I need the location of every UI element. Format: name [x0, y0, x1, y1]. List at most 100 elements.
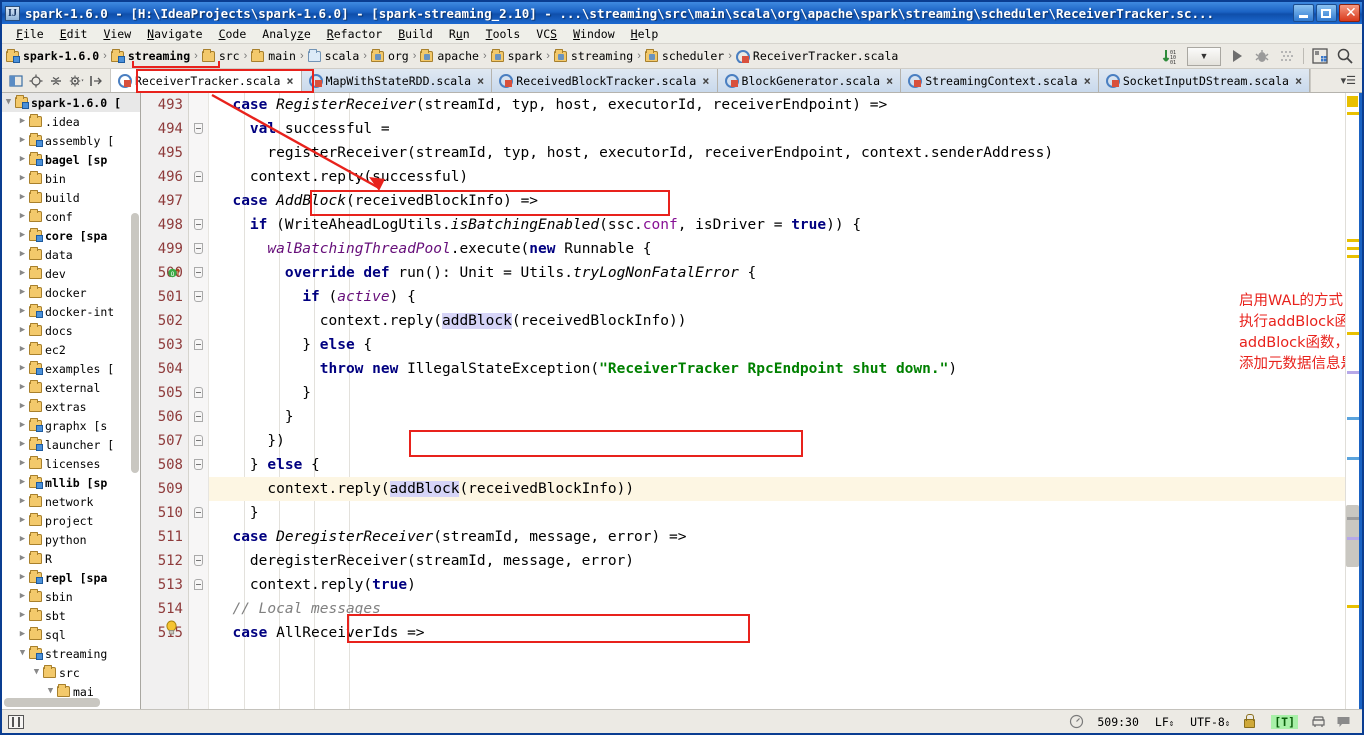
chevron-right-icon[interactable]: ▶	[16, 283, 29, 302]
code-line-510[interactable]: }	[209, 501, 1345, 525]
code-line-507[interactable]: })	[209, 429, 1345, 453]
line-number-gutter[interactable]: 4934944954964974984995005015025035045055…	[141, 93, 189, 709]
menu-tools[interactable]: Tools	[478, 25, 529, 43]
breadcrumb-item-main[interactable]: main	[251, 49, 296, 63]
breadcrumb-item-scheduler[interactable]: scheduler	[644, 49, 724, 63]
breadcrumb-item-streaming[interactable]: streaming	[553, 49, 633, 63]
line-number-501[interactable]: 501	[141, 285, 188, 309]
tree-node-network[interactable]: ▶ network	[2, 492, 140, 511]
line-number-504[interactable]: 504	[141, 357, 188, 381]
tab-close-icon[interactable]: ×	[477, 74, 484, 88]
fold-marker-500[interactable]	[194, 267, 203, 278]
fold-marker-512[interactable]	[194, 555, 203, 566]
sort-numeric-icon[interactable]: 01 10 01	[1162, 47, 1180, 66]
tree-node-assembly--[interactable]: ▶ assembly [	[2, 131, 140, 150]
chevron-right-icon[interactable]: ▶	[16, 207, 29, 226]
chevron-down-icon[interactable]: ▼	[16, 644, 29, 663]
code-line-504[interactable]: throw new IllegalStateException("Receive…	[209, 357, 1345, 381]
line-number-502[interactable]: 502	[141, 309, 188, 333]
code-line-493[interactable]: case RegisterReceiver(streamId, typ, hos…	[209, 93, 1345, 117]
breadcrumb-item-spark-1-6-0[interactable]: spark-1.6.0	[6, 49, 99, 63]
inspection-status-box[interactable]	[1347, 96, 1358, 107]
tree-node-streaming[interactable]: ▼ streaming	[2, 644, 140, 663]
breadcrumb-item-receivertracker-scala[interactable]: ReceiverTracker.scala	[735, 49, 898, 63]
code-text-area[interactable]: case RegisterReceiver(streamId, typ, hos…	[209, 93, 1345, 709]
minimize-button[interactable]	[1293, 4, 1314, 22]
tree-node-bin[interactable]: ▶ bin	[2, 169, 140, 188]
tree-node-sbin[interactable]: ▶ sbin	[2, 587, 140, 606]
fold-marker-498[interactable]	[194, 219, 203, 230]
chevron-right-icon[interactable]: ▶	[16, 511, 29, 530]
code-line-502[interactable]: context.reply(addBlock(receivedBlockInfo…	[209, 309, 1345, 333]
code-line-497[interactable]: case AddBlock(receivedBlockInfo) =>	[209, 189, 1345, 213]
run-configuration-selector[interactable]: ▼	[1187, 46, 1221, 66]
debug-icon[interactable]	[1253, 47, 1271, 65]
editor-scroll-thumb[interactable]	[1346, 505, 1359, 567]
chevron-right-icon[interactable]: ▶	[16, 530, 29, 549]
editor-tab-mapwithstaterdd[interactable]: MapWithStateRDD.scala ×	[301, 69, 493, 92]
fold-marker-494[interactable]	[194, 123, 203, 134]
lock-icon[interactable]	[1243, 714, 1258, 729]
chevron-right-icon[interactable]: ▶	[16, 359, 29, 378]
chevron-right-icon[interactable]: ▶	[16, 587, 29, 606]
code-line-494[interactable]: val successful =	[209, 117, 1345, 141]
chevron-right-icon[interactable]: ▶	[16, 226, 29, 245]
code-line-513[interactable]: context.reply(true)	[209, 573, 1345, 597]
fold-marker-499[interactable]	[194, 243, 203, 254]
code-line-498[interactable]: if (WriteAheadLogUtils.isBatchingEnabled…	[209, 213, 1345, 237]
show-tool-windows-icon[interactable]	[8, 714, 24, 729]
caret-position[interactable]: 509:30	[1097, 715, 1139, 729]
project-tree-pane[interactable]: ▼ spark-1.6.0 [▶ .idea ▶ assembly [▶ bagel [s…	[2, 93, 141, 709]
code-line-508[interactable]: } else {	[209, 453, 1345, 477]
menu-refactor[interactable]: Refactor	[319, 25, 390, 43]
chevron-down-icon[interactable]: ▼	[30, 663, 43, 682]
breadcrumb-item-streaming[interactable]: streaming	[110, 49, 190, 63]
chevron-right-icon[interactable]: ▶	[16, 150, 29, 169]
editor-marker-bar[interactable]	[1345, 93, 1359, 709]
editor-tab-blockgenerator[interactable]: BlockGenerator.scala ×	[717, 69, 902, 92]
chevron-right-icon[interactable]: ▶	[16, 397, 29, 416]
line-number-513[interactable]: 513	[141, 573, 188, 597]
memory-indicator-icon[interactable]	[1069, 714, 1084, 729]
menu-file[interactable]: File	[8, 25, 52, 43]
code-line-515[interactable]: case AllReceiverIds =>	[209, 621, 1345, 645]
vcs-icon[interactable]	[1311, 714, 1326, 729]
breadcrumb-item-apache[interactable]: apache	[420, 49, 479, 63]
fold-marker-503[interactable]	[194, 339, 203, 350]
tree-node-extras[interactable]: ▶ extras	[2, 397, 140, 416]
collapse-all-icon[interactable]	[49, 74, 63, 88]
fold-marker-505[interactable]	[194, 387, 203, 398]
tree-node-bagel--sp[interactable]: ▶ bagel [sp	[2, 150, 140, 169]
tree-node-data[interactable]: ▶ data	[2, 245, 140, 264]
line-number-514[interactable]: 514	[141, 597, 188, 621]
tree-node-project[interactable]: ▶ project	[2, 511, 140, 530]
tab-close-icon[interactable]: ×	[1084, 74, 1091, 88]
fold-marker-508[interactable]	[194, 459, 203, 470]
editor-tab-streamingcontext[interactable]: StreamingContext.scala ×	[901, 69, 1099, 92]
run-icon[interactable]	[1228, 47, 1246, 65]
tab-close-icon[interactable]: ×	[886, 74, 893, 88]
tree-node-build[interactable]: ▶ build	[2, 188, 140, 207]
breadcrumb-item-scala[interactable]: scala	[307, 49, 359, 63]
locate-icon[interactable]	[29, 74, 43, 88]
chevron-right-icon[interactable]: ▶	[16, 416, 29, 435]
settings-icon[interactable]	[69, 74, 84, 88]
fold-marker-507[interactable]	[194, 435, 203, 446]
line-number-512[interactable]: 512	[141, 549, 188, 573]
project-tree[interactable]: ▼ spark-1.6.0 [▶ .idea ▶ assembly [▶ bagel [s…	[2, 93, 140, 709]
breadcrumb-item-org[interactable]: org	[370, 49, 409, 63]
line-number-508[interactable]: 508	[141, 453, 188, 477]
tree-node-docker-int[interactable]: ▶ docker-int	[2, 302, 140, 321]
code-line-499[interactable]: walBatchingThreadPool.execute(new Runnab…	[209, 237, 1345, 261]
encoding-indicator[interactable]: UTF-8⇕	[1190, 715, 1230, 729]
tree-node-sql[interactable]: ▶ sql	[2, 625, 140, 644]
chevron-right-icon[interactable]: ▶	[16, 264, 29, 283]
code-line-496[interactable]: context.reply(successful)	[209, 165, 1345, 189]
chevron-right-icon[interactable]: ▶	[16, 606, 29, 625]
tree-node-spark-1-6-0--[interactable]: ▼ spark-1.6.0 [	[2, 93, 140, 112]
code-line-506[interactable]: }	[209, 405, 1345, 429]
coverage-icon[interactable]	[1278, 47, 1296, 65]
editor-tab-receivedblocktracker[interactable]: ReceivedBlockTracker.scala ×	[492, 69, 718, 92]
tab-close-icon[interactable]: ×	[702, 74, 709, 88]
menu-help[interactable]: Help	[623, 25, 667, 43]
